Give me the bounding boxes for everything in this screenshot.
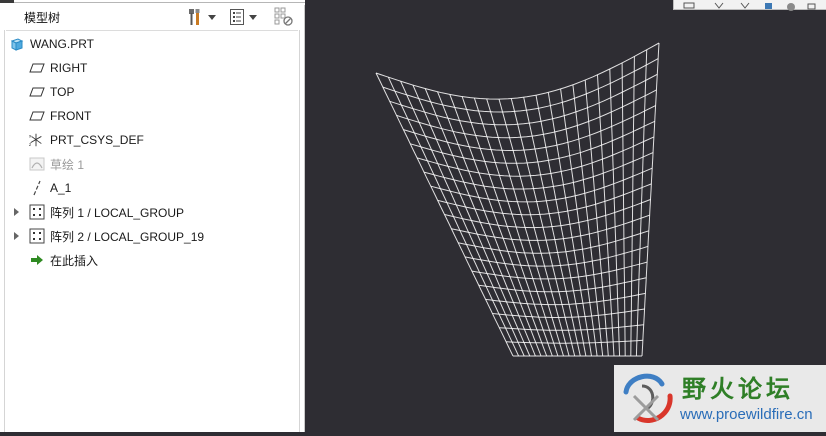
tree-item-axis[interactable]: A_1 <box>0 177 296 199</box>
tree-item-label: 阵列 1 / LOCAL_GROUP <box>50 205 185 220</box>
zoom-out-icon[interactable] <box>738 0 752 15</box>
tree-item-csys[interactable]: x z PRT_CSYS_DEF <box>0 129 296 151</box>
forum-watermark: 野火论坛 www.proewildfire.cn <box>614 365 826 432</box>
mesh-cross-curve <box>423 152 654 190</box>
part-cube-icon <box>9 36 25 52</box>
tree-item-label: 在此插入 <box>50 253 99 268</box>
tree-item-pattern-2[interactable]: 阵列 2 / LOCAL_GROUP_19 <box>0 225 296 247</box>
display-style-icon[interactable] <box>784 0 798 15</box>
mesh-cross-curve <box>492 308 645 318</box>
tree-item-datum-right[interactable]: RIGHT <box>0 57 296 79</box>
svg-text:z: z <box>29 143 32 148</box>
tree-item-label: TOP <box>50 85 75 99</box>
tree-filter-button[interactable] <box>274 7 294 27</box>
mesh-cross-curve <box>437 183 652 216</box>
refit-view-icon[interactable] <box>682 0 696 15</box>
tree-item-part[interactable]: WANG.PRT <box>0 33 296 55</box>
model-tree-title: 模型树 <box>24 11 61 25</box>
tree-right-border <box>299 30 300 432</box>
tree-item-label: 阵列 2 / LOCAL_GROUP_19 <box>50 229 205 244</box>
saved-views-icon[interactable] <box>805 0 819 15</box>
settings-tools-icon <box>186 8 204 26</box>
mesh-cross-curve <box>499 324 644 331</box>
mesh-cross-curve <box>416 136 655 177</box>
tree-item-datum-top[interactable]: TOP <box>0 81 296 103</box>
tree-item-label: WANG.PRT <box>30 37 95 51</box>
coordinate-system-icon: x z <box>28 132 44 148</box>
tree-item-datum-front[interactable]: FRONT <box>0 105 296 127</box>
mesh-cross-curve <box>506 339 643 344</box>
panel-top-line <box>14 2 305 3</box>
header-divider <box>6 30 298 31</box>
model-tree-header: 模型树 <box>0 5 300 30</box>
chevron-down-icon <box>249 14 257 20</box>
expand-arrow-icon[interactable] <box>14 232 19 240</box>
tree-item-label: RIGHT <box>50 61 88 75</box>
sketch-icon <box>29 156 45 172</box>
tree-item-insert-here[interactable]: 在此插入 <box>0 249 296 271</box>
tree-item-label: A_1 <box>50 181 72 195</box>
datum-plane-icon <box>29 60 45 76</box>
filter-icon <box>274 7 294 27</box>
tree-item-label: 草绘 1 <box>50 157 85 172</box>
pattern-icon <box>29 204 45 220</box>
proewildfire-logo-icon <box>618 368 678 432</box>
watermark-url: www.proewildfire.cn <box>680 406 813 423</box>
repaint-icon[interactable] <box>762 0 776 15</box>
panel-tab-notch <box>0 0 14 3</box>
datum-plane-icon <box>29 84 45 100</box>
watermark-title: 野火论坛 <box>682 375 794 403</box>
settings-dropdown-button[interactable] <box>186 7 216 27</box>
tree-item-label: FRONT <box>50 109 92 123</box>
chevron-down-icon <box>208 14 216 20</box>
mesh-cross-curve <box>375 42 660 100</box>
insert-here-arrow-icon <box>29 252 45 268</box>
model-tree-panel: 模型树 WANG.PRT RIGHT TOP FRONT x z PRT_CSY… <box>0 0 305 432</box>
mesh-cross-curve <box>382 58 659 113</box>
expand-arrow-icon[interactable] <box>14 208 19 216</box>
mesh-cross-curve <box>485 292 646 306</box>
pattern-icon <box>29 228 45 244</box>
tree-columns-dropdown-button[interactable] <box>229 7 257 27</box>
tree-item-pattern-1[interactable]: 阵列 1 / LOCAL_GROUP <box>0 201 296 223</box>
tree-item-sketch[interactable]: 草绘 1 <box>0 153 296 175</box>
wireframe-mesh-lines <box>375 42 660 357</box>
datum-plane-icon <box>29 108 45 124</box>
svg-text:x: x <box>29 134 32 139</box>
tree-item-label: PRT_CSYS_DEF <box>50 133 144 147</box>
zoom-in-icon[interactable] <box>712 0 726 15</box>
datum-axis-icon <box>29 180 45 196</box>
view-toolbar <box>673 0 826 11</box>
tree-columns-icon <box>229 8 245 26</box>
